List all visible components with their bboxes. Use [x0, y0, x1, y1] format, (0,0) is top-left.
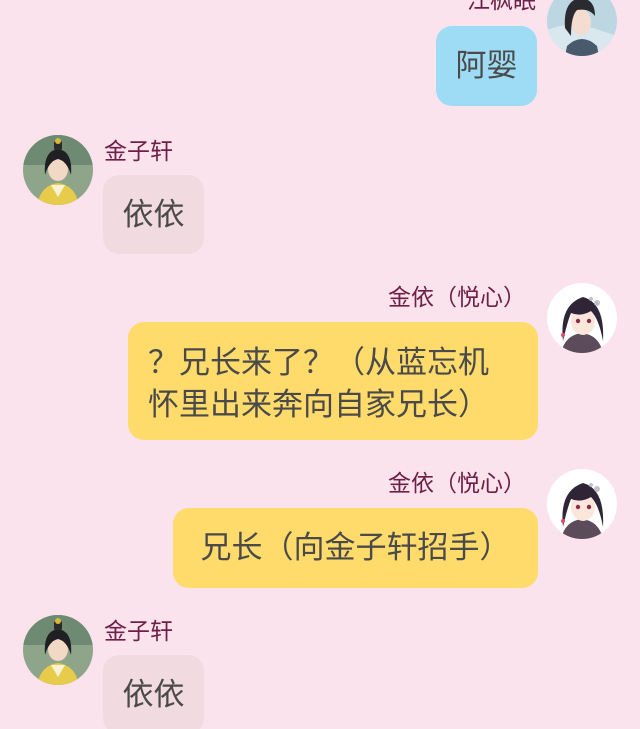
gold-robed-man-avatar-icon[interactable]: [23, 135, 93, 205]
message-bubble[interactable]: 兄长（向金子轩招手）: [173, 508, 538, 588]
sender-name[interactable]: 金依（悦心）: [388, 283, 526, 313]
message-bubble[interactable]: 依依: [103, 655, 204, 729]
sender-name[interactable]: 金子轩: [104, 617, 173, 647]
girl-avatar-icon[interactable]: [547, 283, 617, 353]
sender-name[interactable]: 金依（悦心）: [388, 469, 526, 499]
sender-name[interactable]: 江枫眠: [467, 0, 536, 16]
dark-haired-man-avatar-icon[interactable]: [547, 0, 617, 56]
girl-avatar-icon[interactable]: [547, 469, 617, 539]
sender-name[interactable]: 金子轩: [104, 137, 173, 167]
gold-robed-man-avatar-icon[interactable]: [23, 615, 93, 685]
chat-log[interactable]: 江枫眠 阿婴 金子轩 依依 金依（悦心） ？兄长来了？（从蓝忘机怀里出来奔向自家…: [0, 0, 640, 729]
message-bubble[interactable]: 阿婴: [436, 26, 537, 106]
message-bubble[interactable]: ？兄长来了？（从蓝忘机怀里出来奔向自家兄长）: [128, 322, 538, 440]
message-bubble[interactable]: 依依: [103, 175, 204, 254]
